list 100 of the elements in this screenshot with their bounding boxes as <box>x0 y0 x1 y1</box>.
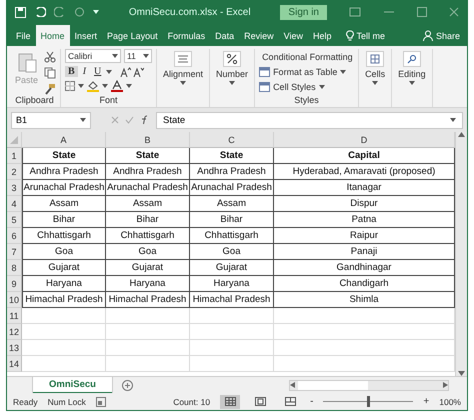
ribbon-tab[interactable]: File <box>11 25 36 46</box>
formula-field[interactable]: State <box>156 112 463 128</box>
styles-menu-button[interactable]: Cell Styles <box>259 79 354 94</box>
caret-icon[interactable] <box>340 70 346 74</box>
row-header[interactable]: 9 <box>7 276 22 292</box>
zoom-thumb[interactable] <box>366 396 370 407</box>
caret-icon[interactable] <box>93 10 99 14</box>
zoom-in-button[interactable]: + <box>423 396 430 407</box>
ribbon-tab[interactable]: Formulas <box>162 25 210 46</box>
row-header[interactable]: 11 <box>7 308 22 324</box>
bold-button[interactable]: B <box>65 66 78 77</box>
zoom-out-button[interactable]: - <box>310 396 314 407</box>
row-header[interactable]: 10 <box>7 292 22 308</box>
styles-menu-button[interactable]: Format as Table <box>259 64 354 79</box>
row-header[interactable]: 3 <box>7 180 22 196</box>
table-cell: Bihar <box>22 212 106 228</box>
row-header[interactable]: 4 <box>7 196 22 212</box>
column-header[interactable]: D <box>274 132 455 148</box>
caret-icon[interactable] <box>80 118 86 122</box>
font-color-icon[interactable] <box>111 80 124 92</box>
function-icon[interactable] <box>140 115 150 125</box>
row-header[interactable]: 1 <box>7 148 22 164</box>
italic-button[interactable]: I <box>80 66 90 77</box>
column-header[interactable]: C <box>190 132 274 148</box>
ribbon-tab[interactable]: Insert <box>70 25 102 46</box>
table-cell: Andhra Pradesh <box>22 164 106 180</box>
row-header[interactable]: 8 <box>7 260 22 276</box>
caret-icon[interactable] <box>143 54 150 58</box>
caret-icon[interactable] <box>102 84 108 88</box>
ribbon-tab[interactable]: Help <box>308 25 337 46</box>
caret-icon[interactable] <box>229 81 236 85</box>
horizontal-scrollbar[interactable] <box>289 380 449 390</box>
font-size-field[interactable]: 11 <box>124 49 152 63</box>
share-button[interactable]: Share <box>420 25 463 46</box>
caret-icon[interactable] <box>106 70 112 74</box>
ribbon-tab[interactable]: Home <box>36 25 70 46</box>
caret-icon[interactable] <box>450 118 456 122</box>
save-icon[interactable] <box>15 6 26 18</box>
row-header[interactable]: 14 <box>7 356 22 372</box>
macro-record-icon[interactable] <box>96 396 106 406</box>
redo-icon[interactable] <box>54 7 66 17</box>
table-cell: Haryana <box>106 276 190 292</box>
column-header[interactable]: A <box>22 132 106 148</box>
row-header[interactable]: 12 <box>7 324 22 340</box>
table-cell: Assam <box>106 196 190 212</box>
caret-icon[interactable] <box>372 81 378 85</box>
ribbon-display-icon[interactable] <box>349 7 361 17</box>
scroll-right-icon[interactable] <box>443 382 448 388</box>
cut-icon[interactable] <box>44 51 56 63</box>
scroll-thumb[interactable] <box>298 380 368 390</box>
table-cell: Dispur <box>274 196 455 212</box>
borders-icon[interactable] <box>65 81 76 91</box>
copy-icon[interactable] <box>44 67 56 79</box>
row-header[interactable]: 6 <box>7 228 22 244</box>
table-cell: Andhra Pradesh <box>190 164 274 180</box>
ribbon-tab[interactable]: Data <box>210 25 240 46</box>
format-painter-icon[interactable] <box>44 83 56 95</box>
fill-color-icon[interactable] <box>87 80 100 92</box>
caret-icon[interactable] <box>180 81 186 85</box>
table-cell: Andhra Pradesh <box>106 164 190 180</box>
styles-menu-button[interactable]: Conditional Formatting <box>259 49 354 64</box>
sign-in-button[interactable]: Sign in <box>280 4 327 20</box>
view-button[interactable] <box>220 394 240 408</box>
touch-mode-icon[interactable] <box>74 7 85 17</box>
caret-icon[interactable] <box>78 84 84 88</box>
caret-icon[interactable] <box>112 54 118 58</box>
table-cell: Arunachal Pradesh <box>22 180 106 196</box>
alignment-button[interactable]: Alignment <box>161 49 206 107</box>
row-header[interactable]: 7 <box>7 244 22 260</box>
caret-icon[interactable] <box>408 81 415 85</box>
row-header[interactable]: 2 <box>7 164 22 180</box>
font-name-field[interactable]: Calibri <box>65 49 122 63</box>
ribbon-tab[interactable]: View <box>278 25 308 46</box>
cells-button[interactable]: Cells <box>363 49 388 107</box>
tell-me-button[interactable]: Tell me <box>342 25 388 46</box>
page-break-icon <box>284 397 296 406</box>
ribbon-tab[interactable]: Review <box>239 25 279 46</box>
table-cell: Chhattisgarh <box>106 228 190 244</box>
table-cell: Itanagar <box>274 180 455 196</box>
decrease-font-icon[interactable] <box>133 66 144 76</box>
sheet-tab[interactable]: OmniSecu <box>33 376 112 394</box>
check-icon[interactable] <box>125 116 134 124</box>
row-header[interactable]: 13 <box>7 340 22 356</box>
column-header[interactable]: B <box>106 132 190 148</box>
caret-icon[interactable] <box>126 84 132 88</box>
window-title: OmniSecu.com.xlsx - Excel <box>128 6 252 18</box>
align-icon <box>174 51 192 67</box>
close-icon[interactable] <box>449 7 459 17</box>
editing-button[interactable]: Editing <box>396 49 428 107</box>
underline-button[interactable]: U <box>91 66 104 77</box>
ribbon-tab[interactable]: Page Layout <box>102 25 163 46</box>
add-sheet-icon[interactable] <box>122 380 133 390</box>
name-box[interactable]: B1 <box>11 112 91 128</box>
increase-font-icon[interactable] <box>120 66 132 76</box>
undo-icon[interactable] <box>34 7 46 17</box>
row-header[interactable]: 5 <box>7 212 22 228</box>
maximize-icon[interactable] <box>417 7 427 17</box>
number-button[interactable]: Number <box>214 49 250 107</box>
caret-icon[interactable] <box>318 84 325 88</box>
scroll-left-icon[interactable] <box>290 382 295 388</box>
